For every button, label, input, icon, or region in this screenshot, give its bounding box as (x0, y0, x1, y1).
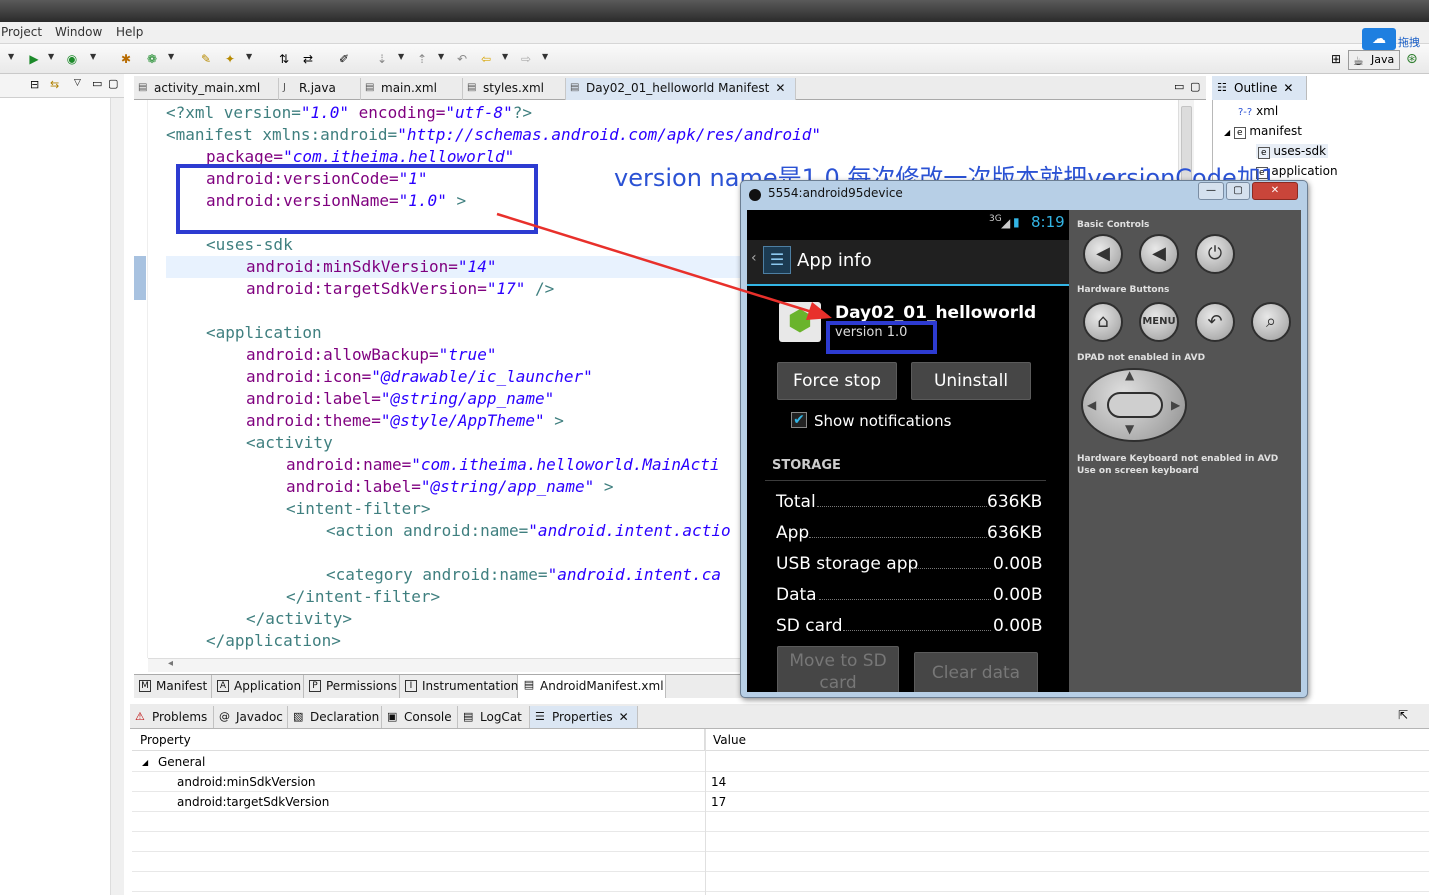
annotation-arrow (496, 212, 832, 320)
eclipse-window: Project Window Help ▼ ▶ ▼ ◉ ▼ ✱ ❁ ▼ ✎ ✦ … (0, 0, 1429, 895)
